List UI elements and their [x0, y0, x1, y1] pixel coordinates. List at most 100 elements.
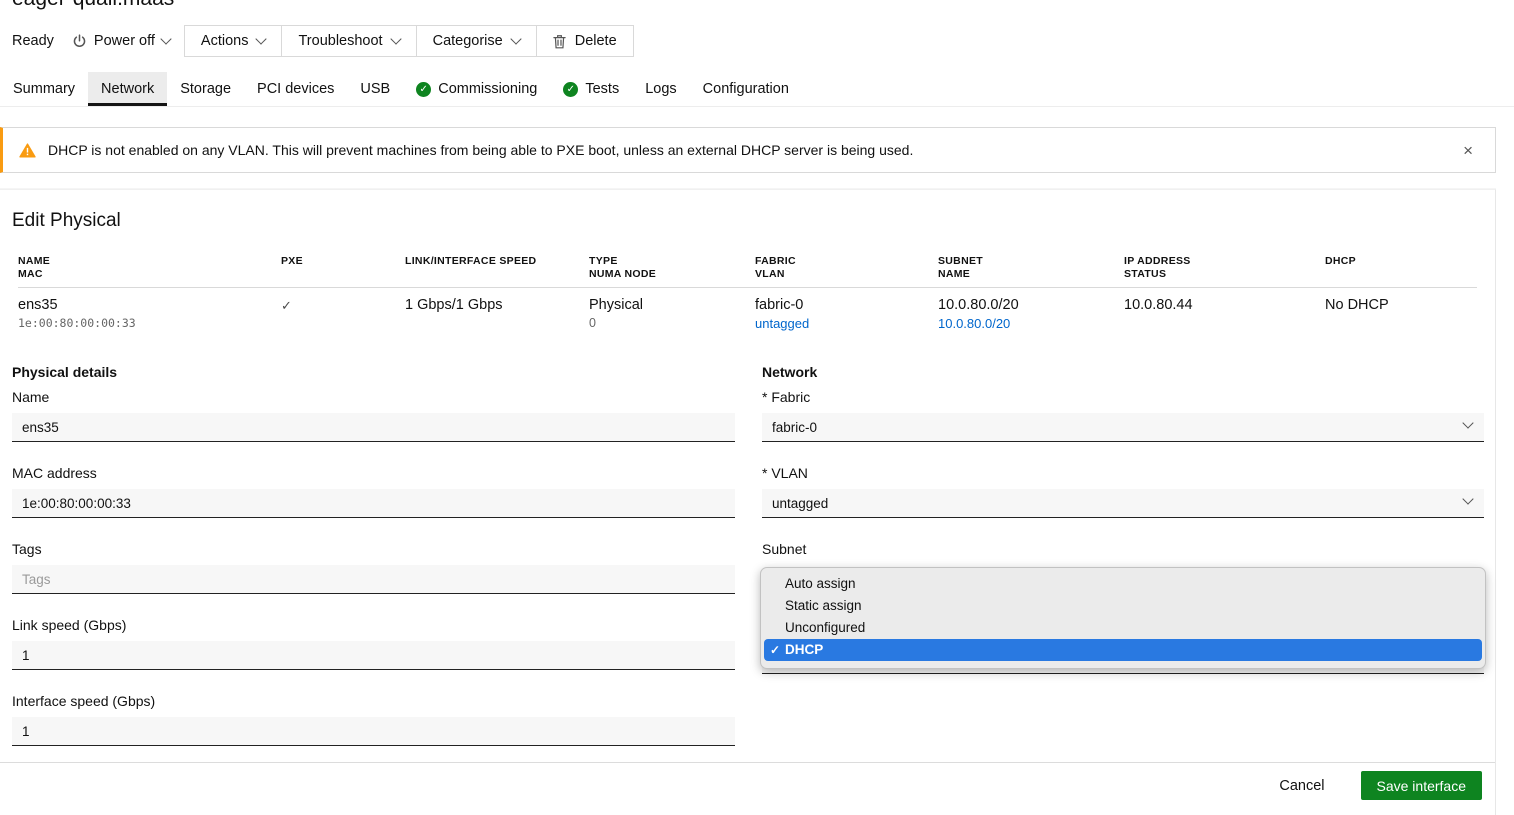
dhcp-warning-banner: DHCP is not enabled on any VLAN. This wi…: [0, 127, 1496, 173]
fabric-select[interactable]: fabric-0: [762, 413, 1484, 442]
power-menu[interactable]: Power off: [72, 33, 170, 49]
chevron-down-icon: [390, 33, 401, 44]
edit-physical-panel: Edit Physical NAMEMAC PXE LINK/INTERFACE…: [0, 189, 1496, 815]
numa-node: 0: [589, 317, 755, 330]
power-icon: [72, 34, 87, 49]
col-subnet-name: SUBNETNAME: [938, 255, 1124, 280]
tab-configuration[interactable]: Configuration: [690, 72, 802, 106]
col-dhcp: DHCP: [1325, 255, 1477, 280]
subnet-option-auto-assign[interactable]: Auto assign: [764, 573, 1482, 595]
physical-details-column: Physical details Name MAC address Tags L…: [12, 364, 735, 746]
cell-fabric-vlan: fabric-0 untagged: [755, 298, 938, 330]
edit-interface-form: Physical details Name MAC address Tags L…: [12, 364, 1483, 746]
page-title: eager-quail.maas: [12, 0, 1514, 11]
tab-label: USB: [360, 81, 390, 97]
cell-ip-status: 10.0.80.44: [1124, 298, 1325, 330]
mac-input[interactable]: [12, 489, 735, 518]
trash-icon: [553, 34, 566, 49]
chevron-down-icon: [1462, 417, 1473, 428]
vlan-select[interactable]: untagged: [762, 489, 1484, 518]
name-label: Name: [12, 389, 735, 407]
cancel-button[interactable]: Cancel: [1273, 777, 1330, 795]
network-column: Network * Fabric fabric-0 * VLAN untagge…: [762, 364, 1484, 746]
tab-tests[interactable]: ✓ Tests: [550, 72, 632, 106]
success-check-icon: ✓: [563, 82, 578, 97]
cell-subnet-name: 10.0.80.0/20 10.0.80.0/20: [938, 298, 1124, 330]
action-button-group: Actions Troubleshoot Categorise Delete: [184, 25, 634, 57]
close-icon[interactable]: ×: [1457, 141, 1479, 160]
physical-details-heading: Physical details: [12, 364, 735, 382]
tab-commissioning[interactable]: ✓ Commissioning: [403, 72, 550, 106]
subnet-dropdown-menu: Auto assign Static assign Unconfigured ✓…: [760, 567, 1486, 669]
link-speed-field-group: Link speed (Gbps): [12, 617, 735, 670]
pxe-check-icon: ✓: [281, 298, 405, 313]
actions-button-label: Actions: [201, 33, 249, 49]
subnet-label: Subnet: [762, 541, 1484, 559]
tags-field-group: Tags: [12, 541, 735, 594]
subnet-option-dhcp-label: DHCP: [785, 642, 823, 657]
tab-label: Storage: [180, 81, 231, 97]
link-speed-label: Link speed (Gbps): [12, 617, 735, 635]
warning-icon: [19, 143, 36, 158]
tab-label: Network: [101, 81, 154, 97]
table-row: ens35 1e:00:80:00:00:33 ✓ 1 Gbps/1 Gbps …: [18, 288, 1477, 342]
vlan-link[interactable]: untagged: [755, 317, 938, 330]
cell-speed: 1 Gbps/1 Gbps: [405, 298, 589, 330]
tab-storage[interactable]: Storage: [167, 72, 244, 106]
interface-table-header: NAMEMAC PXE LINK/INTERFACE SPEED TYPENUM…: [18, 255, 1477, 288]
subnet-option-static-assign[interactable]: Static assign: [764, 595, 1482, 617]
cell-dhcp: No DHCP: [1325, 298, 1477, 330]
tab-summary[interactable]: Summary: [0, 72, 88, 106]
delete-button[interactable]: Delete: [536, 26, 633, 56]
subnet-option-dhcp[interactable]: ✓ DHCP: [764, 639, 1482, 661]
col-ip-status: IP ADDRESSSTATUS: [1124, 255, 1325, 280]
chevron-down-icon: [1462, 493, 1473, 504]
troubleshoot-button[interactable]: Troubleshoot: [281, 26, 415, 56]
categorise-button[interactable]: Categorise: [416, 26, 536, 56]
tags-label: Tags: [12, 541, 735, 559]
tab-network[interactable]: Network: [88, 72, 167, 106]
tab-pci-devices[interactable]: PCI devices: [244, 72, 347, 106]
vlan-label: * VLAN: [762, 465, 1484, 483]
machine-tabs: Summary Network Storage PCI devices USB …: [0, 72, 1514, 107]
categorise-button-label: Categorise: [433, 33, 503, 49]
subnet-field-group: Subnet Auto assign Static assign Unconfi…: [762, 541, 1484, 673]
interface-speed-field-group: Interface speed (Gbps): [12, 693, 735, 746]
interface-name: ens35: [18, 298, 281, 313]
tab-logs[interactable]: Logs: [632, 72, 689, 106]
selected-check-icon: ✓: [770, 639, 780, 661]
subnet-link[interactable]: 10.0.80.0/20: [938, 317, 1124, 330]
machine-header-controls: Ready Power off Actions Troubleshoot Cat…: [12, 25, 1514, 57]
col-type-numa: TYPENUMA NODE: [589, 255, 755, 280]
name-field-group: Name: [12, 389, 735, 442]
actions-button[interactable]: Actions: [185, 26, 282, 56]
interface-table: NAMEMAC PXE LINK/INTERFACE SPEED TYPENUM…: [12, 255, 1483, 342]
troubleshoot-button-label: Troubleshoot: [298, 33, 382, 49]
interface-speed-input[interactable]: [12, 717, 735, 746]
status-badge: Ready: [12, 33, 54, 49]
delete-button-label: Delete: [575, 33, 617, 49]
tab-usb[interactable]: USB: [347, 72, 403, 106]
subnet-option-unconfigured[interactable]: Unconfigured: [764, 617, 1482, 639]
cell-type-numa: Physical 0: [589, 298, 755, 330]
col-name-mac: NAMEMAC: [18, 255, 281, 280]
tags-input[interactable]: [12, 565, 735, 594]
link-speed-input[interactable]: [12, 641, 735, 670]
interface-speed-label: Interface speed (Gbps): [12, 693, 735, 711]
save-interface-button[interactable]: Save interface: [1361, 771, 1483, 800]
success-check-icon: ✓: [416, 82, 431, 97]
name-input[interactable]: [12, 413, 735, 442]
tab-label: Commissioning: [438, 81, 537, 97]
network-heading: Network: [762, 364, 1484, 382]
power-label: Power off: [94, 33, 155, 49]
tab-label: Summary: [13, 81, 75, 97]
tab-label: Logs: [645, 81, 676, 97]
chevron-down-icon: [160, 33, 171, 44]
tab-label: PCI devices: [257, 81, 334, 97]
panel-title: Edit Physical: [12, 210, 1483, 234]
vlan-field-group: * VLAN untagged: [762, 465, 1484, 518]
chevron-down-icon: [510, 33, 521, 44]
cell-pxe: ✓: [281, 298, 405, 330]
col-pxe: PXE: [281, 255, 405, 280]
vlan-select-value: untagged: [772, 496, 828, 511]
